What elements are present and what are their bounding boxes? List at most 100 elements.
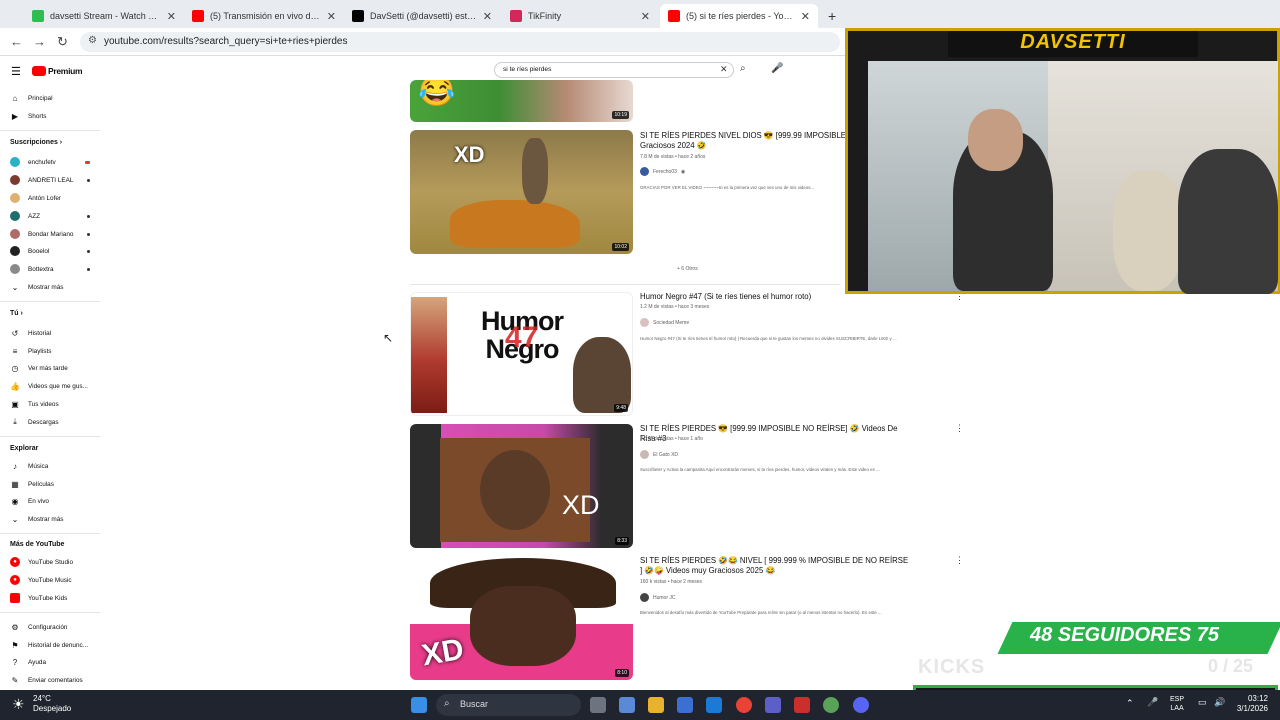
network-icon[interactable]: ▭ bbox=[1198, 697, 1207, 708]
more-results-link[interactable]: + 6 Otros bbox=[677, 266, 698, 272]
youtube-premium-logo[interactable]: Premium bbox=[32, 66, 83, 76]
channel-link[interactable]: Humor JC bbox=[640, 593, 676, 602]
clock-date: 3/1/2026 bbox=[1236, 704, 1268, 713]
video-duration: 10:19 bbox=[612, 111, 629, 119]
browser-tab[interactable]: davsetti Stream - Watch Live on ✕ bbox=[24, 4, 184, 28]
close-tab-icon[interactable]: ✕ bbox=[167, 10, 176, 23]
sidebar-item-downloads[interactable]: ⤓ Descargas bbox=[10, 417, 98, 427]
channel-avatar bbox=[640, 593, 649, 602]
clock-time: 03:12 bbox=[1247, 694, 1268, 703]
new-tab-button[interactable]: + bbox=[820, 4, 840, 28]
goblin-figure bbox=[573, 337, 631, 413]
channel-name: Humor JC bbox=[653, 594, 676, 601]
sidebar-item-booelol[interactable]: Booelol bbox=[10, 246, 98, 256]
sidebar-label: En vivo bbox=[28, 497, 49, 505]
sidebar-item-kids[interactable]: YouTube Kids bbox=[10, 593, 98, 603]
tray-chevron-icon[interactable]: ⌃ bbox=[1126, 698, 1134, 709]
close-tab-icon[interactable]: ✕ bbox=[641, 10, 650, 23]
sidebar-item-liked[interactable]: 👍 Videos que me gus... bbox=[10, 381, 98, 391]
forward-arrow-icon[interactable]: → bbox=[33, 34, 46, 49]
back-arrow-icon[interactable]: ← bbox=[10, 34, 23, 49]
clear-search-icon[interactable]: ✕ bbox=[720, 64, 728, 75]
video-title[interactable]: SI TE RÍES PIERDES 🤣😂 NIVEL [ 999.999 % … bbox=[640, 556, 910, 576]
close-tab-icon[interactable]: ✕ bbox=[327, 10, 336, 23]
sidebar-show-more-subs[interactable]: ⌄ Mostrar más bbox=[10, 282, 98, 292]
outlook-icon[interactable] bbox=[706, 697, 722, 713]
channel-link[interactable]: Ferecho03 ◉ bbox=[640, 167, 685, 176]
browser-tab[interactable]: DavSetti (@davsetti) está LIVE ✕ bbox=[344, 4, 500, 28]
store-icon[interactable] bbox=[677, 697, 693, 713]
sidebar-item-watch-later[interactable]: ◷ Ver más tarde bbox=[10, 363, 98, 373]
sidebar-item-azz[interactable]: AZZ bbox=[10, 211, 98, 221]
sidebar-item-music[interactable]: ♪ Música bbox=[10, 461, 98, 471]
volume-icon[interactable]: 🔊 bbox=[1214, 697, 1225, 708]
microphone-icon[interactable]: 🎤 bbox=[771, 63, 783, 74]
taskbar-search[interactable]: ⌕ Buscar bbox=[436, 694, 581, 716]
chrome-icon[interactable] bbox=[736, 697, 752, 713]
sidebar-item-feedback[interactable]: ✎ Enviar comentarios bbox=[10, 675, 98, 685]
task-view-icon[interactable] bbox=[590, 697, 606, 713]
sidebar-item-andreti[interactable]: ANDRETI LEAL bbox=[10, 175, 98, 185]
teams-icon[interactable] bbox=[765, 697, 781, 713]
sidebar-label: Descargas bbox=[28, 418, 59, 426]
file-explorer-icon[interactable] bbox=[648, 697, 664, 713]
windows-taskbar: ☀ 24°C Despejado ⌕ Buscar ⌃ 🎤 ESP LAA ▭ … bbox=[0, 690, 1280, 720]
copilot-icon[interactable] bbox=[619, 697, 635, 713]
subscriptions-heading[interactable]: Suscripciones › bbox=[10, 139, 62, 146]
sidebar-item-bondar[interactable]: Bondar Mariano bbox=[10, 229, 98, 239]
sidebar-item-bottextra[interactable]: Bottextra bbox=[10, 264, 98, 274]
sidebar-item-settings[interactable]: ⚙ Configuración bbox=[10, 622, 98, 632]
sidebar-item-live[interactable]: ◉ En vivo bbox=[10, 496, 98, 506]
sidebar-label: Bondar Mariano bbox=[28, 230, 74, 238]
streamer-name-plate: DAVSETTI bbox=[948, 31, 1198, 57]
more-options-icon[interactable]: ⋮ bbox=[955, 423, 964, 434]
browser-tab-active[interactable]: (5) si te ríes pierdes - YouTube ✕ bbox=[660, 4, 818, 28]
clock[interactable]: 03:12 3/1/2026 bbox=[1232, 694, 1268, 714]
video-thumbnail[interactable]: 😂 10:19 bbox=[410, 80, 633, 122]
sidebar-item-historial[interactable]: ↺ Historial bbox=[10, 328, 98, 338]
close-tab-icon[interactable]: ✕ bbox=[801, 10, 810, 23]
discord-icon[interactable] bbox=[853, 697, 869, 713]
more-options-icon[interactable]: ⋮ bbox=[955, 555, 964, 566]
sidebar-item-enchufetv[interactable]: enchufetv bbox=[10, 157, 98, 167]
browser-tab[interactable]: (5) Transmisión en vivo de Dav ✕ bbox=[184, 4, 344, 28]
sidebar-item-your-videos[interactable]: ▣ Tus videos bbox=[10, 399, 98, 409]
weather-icon[interactable]: ☀ bbox=[12, 696, 25, 713]
youtube-search-input[interactable]: si te ríes pierdes bbox=[494, 62, 734, 78]
sidebar-label: Videos que me gus... bbox=[28, 382, 88, 390]
reload-icon[interactable]: ↻ bbox=[57, 34, 68, 50]
weather-widget[interactable]: 24°C Despejado bbox=[33, 694, 71, 714]
video-duration: 10:02 bbox=[612, 243, 629, 251]
video-thumbnail[interactable]: XD 8:10 bbox=[410, 556, 633, 680]
site-info-icon[interactable]: ⚙ bbox=[88, 35, 97, 46]
channel-name: El Gato XD bbox=[653, 451, 679, 458]
video-thumbnail[interactable]: XD 10:02 bbox=[410, 130, 633, 254]
sidebar-label: enchufetv bbox=[28, 158, 56, 166]
obs-icon[interactable] bbox=[823, 697, 839, 713]
url-field[interactable]: ⚙ youtube.com/results?search_query=si+te… bbox=[80, 32, 840, 52]
channel-link[interactable]: Sociedad Meme bbox=[640, 318, 689, 327]
video-thumbnail[interactable]: Humor Negro 47 9:48 bbox=[410, 292, 633, 416]
sidebar-item-shorts[interactable]: ▶ Shorts bbox=[10, 111, 98, 121]
sidebar-show-more-explore[interactable]: ⌄ Mostrar más bbox=[10, 514, 98, 524]
sidebar-item-playlists[interactable]: ≡ Playlists bbox=[10, 346, 98, 356]
you-heading[interactable]: Tú › bbox=[10, 310, 23, 317]
channel-link[interactable]: El Gato XD bbox=[640, 450, 678, 459]
sidebar-item-movies[interactable]: ▦ Películas bbox=[10, 479, 98, 489]
hamburger-menu-icon[interactable]: ☰ bbox=[11, 65, 21, 78]
sidebar-item-anton[interactable]: Antón Lofer bbox=[10, 193, 98, 203]
close-tab-icon[interactable]: ✕ bbox=[483, 10, 492, 23]
sidebar-label: YouTube Studio bbox=[28, 558, 74, 566]
sidebar-item-report-history[interactable]: ⚑ Historial de denunc... bbox=[10, 640, 98, 650]
language-indicator[interactable]: ESP LAA bbox=[1170, 695, 1184, 713]
sidebar-item-music-app[interactable]: ● YouTube Music bbox=[10, 575, 98, 585]
windows-start-icon[interactable] bbox=[411, 697, 427, 713]
sidebar-item-help[interactable]: ? Ayuda bbox=[10, 657, 98, 667]
video-thumbnail[interactable]: XD 8:33 bbox=[410, 424, 633, 548]
sidebar-item-principal[interactable]: ⌂ Principal bbox=[10, 93, 98, 103]
microphone-icon[interactable]: 🎤 bbox=[1147, 697, 1158, 708]
browser-tab[interactable]: TikFinity ✕ bbox=[502, 4, 658, 28]
sidebar-item-studio[interactable]: ● YouTube Studio bbox=[10, 557, 98, 567]
app-icon[interactable] bbox=[794, 697, 810, 713]
search-icon[interactable]: ⌕ bbox=[740, 63, 746, 74]
